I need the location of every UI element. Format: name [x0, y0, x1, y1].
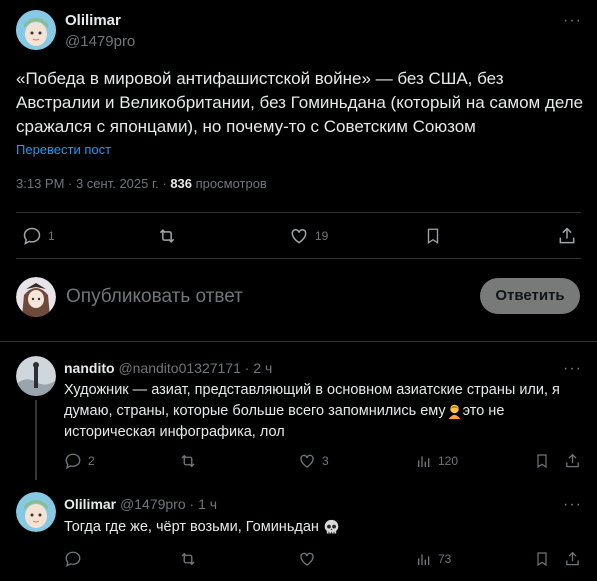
person-shrugging-icon [448, 404, 461, 419]
reply-header: Olilimar @1479pro · 1 ч [64, 496, 217, 512]
reply-repost-action[interactable] [178, 452, 198, 470]
reply-icon [23, 227, 41, 245]
reply-author-avatar[interactable] [16, 356, 56, 396]
reply-icon [65, 551, 81, 568]
bookmark-icon [537, 552, 547, 567]
like-count: 19 [315, 229, 329, 243]
current-user-avatar [16, 277, 56, 317]
repost-icon [159, 229, 175, 243]
more-options-icon[interactable]: ··· [563, 13, 582, 29]
reply-text: Художник — азиат, представляющий в основ… [64, 380, 584, 443]
reply-share-action[interactable] [564, 452, 581, 470]
reply-bookmark-action[interactable] [534, 550, 550, 568]
views-chart-icon [418, 456, 430, 467]
reply-like-action[interactable]: 3 [298, 452, 329, 470]
repost-icon [181, 552, 195, 566]
thread-line [35, 400, 37, 480]
views-chart-icon [418, 554, 430, 565]
heart-icon [300, 552, 314, 566]
reply-action[interactable]: 1 [22, 226, 55, 246]
share-icon [559, 227, 575, 244]
more-options-icon[interactable]: ··· [563, 361, 582, 377]
divider [16, 258, 581, 259]
more-options-icon[interactable]: ··· [563, 497, 582, 513]
reply-like-count: 3 [322, 454, 329, 468]
reply-time[interactable]: · 1 ч [190, 496, 218, 512]
translate-link[interactable]: Перевести пост [16, 142, 111, 157]
bookmark-action[interactable] [424, 226, 442, 246]
reply-views-action[interactable]: 73 [416, 550, 451, 568]
reply-like-action[interactable] [298, 550, 316, 568]
reply-count: 1 [48, 229, 55, 243]
bookmark-icon [427, 228, 439, 245]
reply-views-action[interactable]: 120 [416, 452, 458, 470]
reply-author-avatar[interactable] [16, 492, 56, 532]
repost-action[interactable] [156, 226, 178, 246]
views-count: 836 [170, 176, 193, 191]
share-icon [566, 551, 579, 566]
share-icon [566, 453, 579, 468]
reply-author-handle[interactable]: @nandito01327171 [118, 360, 240, 376]
heart-icon [300, 454, 314, 468]
reply-views-count: 73 [438, 552, 452, 566]
reply-input[interactable]: Опубликовать ответ [66, 286, 243, 308]
reply-author-name[interactable]: Olilimar [64, 496, 116, 512]
reply-author-handle[interactable]: @1479pro [120, 496, 186, 512]
reply-reply-action[interactable] [64, 550, 82, 568]
bookmark-icon [537, 454, 547, 469]
author-handle[interactable]: @1479pro [65, 33, 135, 50]
author-avatar[interactable] [16, 10, 56, 50]
reply-author-name[interactable]: nandito [64, 360, 115, 376]
reply-share-action[interactable] [564, 550, 581, 568]
reply-time[interactable]: · 2 ч [245, 360, 273, 376]
divider [16, 212, 581, 213]
reply-header: nandito @nandito01327171 · 2 ч [64, 360, 272, 376]
reply-bookmark-action[interactable] [534, 452, 550, 470]
share-action[interactable] [557, 226, 577, 246]
like-action[interactable]: 19 [289, 226, 328, 246]
post-text: «Победа в мировой антифашистской войне» … [16, 69, 584, 136]
reply-reply-action[interactable]: 2 [64, 452, 95, 470]
reply-icon [65, 453, 81, 470]
reply-button[interactable]: Ответить [480, 278, 580, 314]
author-name[interactable]: Olilimar [65, 12, 121, 29]
post-time[interactable]: 3:13 PM · 3 сент. 2025 г. · [16, 176, 170, 191]
post-meta: 3:13 PM · 3 сент. 2025 г. · 836 просмотр… [16, 176, 267, 191]
reply-text-main: Тогда где же, чёрт возьми, Гоминьдан [64, 519, 319, 535]
divider [0, 341, 597, 342]
reply-reply-count: 2 [88, 454, 95, 468]
reply-repost-action[interactable] [178, 550, 198, 568]
reply-views-count: 120 [438, 454, 459, 468]
repost-icon [181, 454, 195, 468]
reply-text: Тогда где же, чёрт возьми, Гоминьдан [64, 517, 340, 538]
views-label: просмотров [192, 176, 267, 191]
heart-icon [291, 228, 307, 244]
skull-icon [324, 519, 339, 534]
